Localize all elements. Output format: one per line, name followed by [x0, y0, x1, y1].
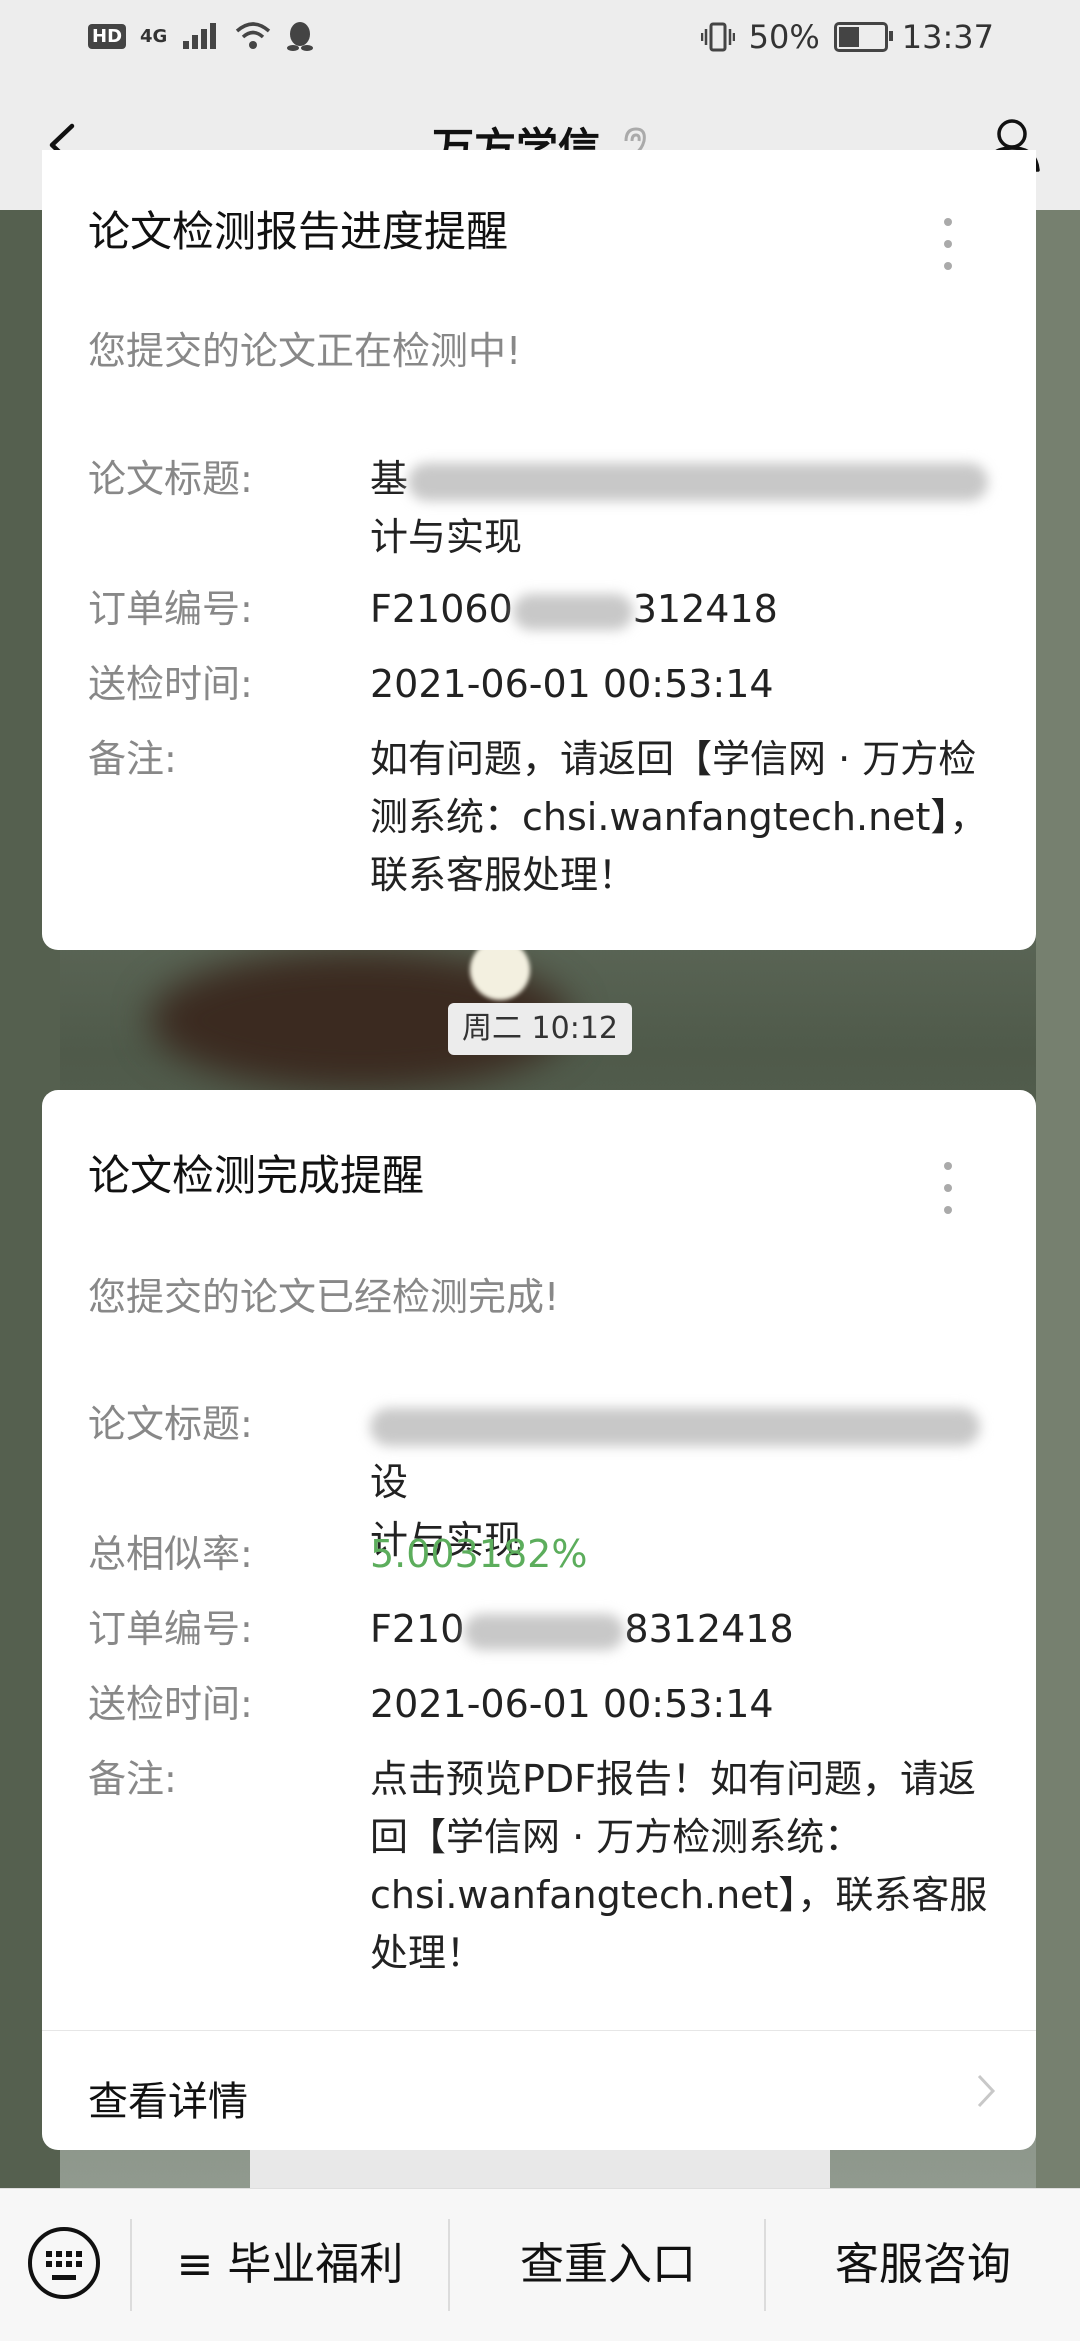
hd-badge: HD [88, 23, 127, 49]
order-number-end: 8312418 [624, 1607, 794, 1651]
vibrate-icon [700, 22, 735, 52]
view-details-link[interactable]: 查看详情 [42, 2030, 1036, 2151]
field-label: 送检时间: [88, 662, 253, 706]
field-value: 如有问题，请返回【学信网 · 万方检测系统：chsi.wanfangtech.n… [370, 737, 988, 897]
field-label: 论文标题: [88, 1402, 253, 1446]
view-details-label: 查看详情 [88, 2079, 248, 2125]
battery-percent: 50% [748, 18, 820, 56]
battery-fill [838, 27, 859, 47]
field-value: F210 8312418 [370, 1600, 1010, 1658]
card-subtitle: 您提交的论文已经检测完成! [88, 1275, 560, 1319]
completion-notice-card[interactable]: 论文检测完成提醒 您提交的论文已经检测完成! 论文标题: 设 计与实现 总相似率… [42, 1090, 1036, 2150]
background-shirt [250, 2150, 830, 2190]
field-value: 基 计与实现 [370, 450, 1010, 566]
wifi-icon [236, 22, 271, 49]
status-left: HD 4G [88, 20, 315, 52]
card-title: 论文检测完成提醒 [88, 1151, 425, 1200]
keyboard-toggle-button[interactable] [28, 2227, 100, 2299]
signal-icon [183, 23, 217, 49]
order-number-end: 312418 [632, 587, 778, 631]
thesis-title-end: 计与实现 [370, 515, 523, 559]
message-timestamp: 周二 10:12 [448, 1003, 632, 1055]
redacted-text [512, 593, 633, 630]
progress-notice-card[interactable]: 论文检测报告进度提醒 您提交的论文正在检测中! 论文标题: 基 计与实现 订单编… [42, 150, 1036, 950]
thesis-title-start: 基 [370, 457, 409, 501]
menu-graduation-benefits[interactable]: ≡ 毕业福利 [132, 2189, 448, 2341]
network-label: 4G [140, 25, 168, 47]
field-label: 总相似率: [88, 1532, 253, 1576]
status-right: 50% 13:37 [700, 18, 994, 56]
redacted-text [408, 462, 989, 501]
field-value: 2021-06-01 00:53:14 [370, 1682, 774, 1726]
field-label: 备注: [88, 737, 177, 781]
keyboard-icon [46, 2251, 82, 2267]
order-number-start: F21060 [370, 587, 513, 631]
order-number-start: F210 [370, 1607, 465, 1651]
field-label: 论文标题: [88, 457, 253, 501]
card-subtitle: 您提交的论文正在检测中! [88, 329, 522, 373]
redacted-text [464, 1613, 625, 1650]
menu-plagiarism-check-entry[interactable]: 查重入口 [450, 2189, 766, 2341]
menu-customer-service[interactable]: 客服咨询 [766, 2189, 1080, 2341]
field-value: F21060 312418 [370, 580, 1010, 638]
battery-icon [833, 22, 893, 52]
field-label: 订单编号: [88, 1607, 253, 1651]
status-bar: HD 4G 50% 13:37 [0, 0, 1080, 80]
qq-penguin-icon [287, 22, 314, 51]
similarity-value: 5.003182% [370, 1532, 588, 1576]
field-label: 送检时间: [88, 1682, 253, 1726]
field-label: 备注: [88, 1757, 177, 1801]
more-options-icon[interactable] [944, 1162, 954, 1228]
clock: 13:37 [901, 18, 994, 56]
bottom-menu-bar: ≡ 毕业福利 查重入口 客服咨询 [0, 2188, 1080, 2341]
redacted-text [370, 1407, 980, 1446]
chevron-right-icon [977, 2074, 996, 2108]
card-title: 论文检测报告进度提醒 [88, 207, 509, 256]
background-photo-right [1036, 210, 1080, 2190]
thesis-title-row: 论文标题: 设 计与实现 [88, 1395, 1008, 1562]
field-label: 订单编号: [88, 587, 253, 631]
field-value: 2021-06-01 00:53:14 [370, 662, 774, 706]
field-value: 点击预览PDF报告！如有问题，请返回【学信网 · 万方检测系统：chsi.wan… [370, 1757, 988, 1975]
thesis-title-row: 论文标题: 基 计与实现 [88, 450, 1008, 570]
thesis-title-tail: 设 [370, 1460, 409, 1504]
more-options-icon[interactable] [944, 218, 954, 284]
